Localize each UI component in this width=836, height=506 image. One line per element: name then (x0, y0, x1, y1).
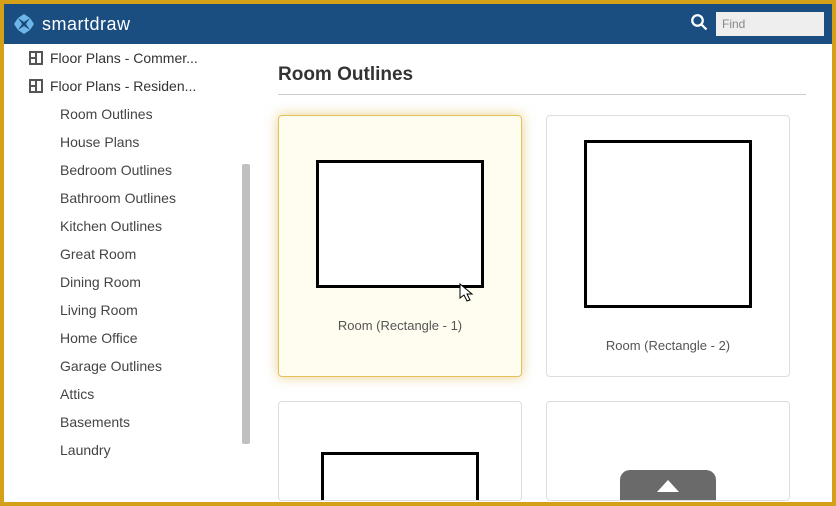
sidebar-item-garage-outlines[interactable]: Garage Outlines (4, 352, 252, 380)
shape-preview (316, 160, 484, 288)
sidebar-item-laundry[interactable]: Laundry (4, 436, 252, 464)
sidebar: Floor Plans - Commer... Floor Plans - Re… (4, 44, 252, 502)
template-card-rect-2[interactable]: Room (Rectangle - 2) (546, 115, 790, 377)
sidebar-item-basements[interactable]: Basements (4, 408, 252, 436)
logo-area[interactable]: smartdraw (12, 12, 131, 36)
search-input[interactable] (716, 12, 824, 36)
scroll-top-icon (620, 470, 716, 500)
floorplan-icon (28, 50, 44, 66)
shape-preview (321, 452, 479, 500)
sidebar-category-residential[interactable]: Floor Plans - Residen... (4, 72, 252, 100)
scrollbar-thumb[interactable] (242, 164, 250, 444)
smartdraw-logo-icon (12, 12, 36, 36)
sidebar-item-bedroom-outlines[interactable]: Bedroom Outlines (4, 156, 252, 184)
template-card-rect-1[interactable]: Room (Rectangle - 1) (278, 115, 522, 377)
sidebar-item-home-office[interactable]: Home Office (4, 324, 252, 352)
shape-preview (584, 140, 752, 308)
card-label: Room (Rectangle - 1) (338, 318, 462, 333)
search-icon[interactable] (690, 13, 708, 36)
template-cards: Room (Rectangle - 1) Room (Rectangle - 2… (278, 115, 806, 501)
sidebar-item-dining-room[interactable]: Dining Room (4, 268, 252, 296)
category-label: Floor Plans - Residen... (50, 78, 196, 94)
template-card-up[interactable] (546, 401, 790, 501)
card-label: Room (Rectangle - 2) (606, 338, 730, 353)
floorplan-icon (28, 78, 44, 94)
header-bar: smartdraw (4, 4, 832, 44)
sidebar-category-commercial[interactable]: Floor Plans - Commer... (4, 44, 252, 72)
sidebar-item-living-room[interactable]: Living Room (4, 296, 252, 324)
sidebar-item-room-outlines[interactable]: Room Outlines (4, 100, 252, 128)
sidebar-item-bathroom-outlines[interactable]: Bathroom Outlines (4, 184, 252, 212)
template-card-partial[interactable] (278, 401, 522, 501)
sidebar-item-great-room[interactable]: Great Room (4, 240, 252, 268)
category-label: Floor Plans - Commer... (50, 50, 198, 66)
main-area: Floor Plans - Commer... Floor Plans - Re… (4, 44, 832, 502)
sidebar-item-house-plans[interactable]: House Plans (4, 128, 252, 156)
page-title: Room Outlines (278, 64, 806, 95)
content-area: Room Outlines Room (Rectangle - 1) Room … (252, 44, 832, 502)
brand-text: smartdraw (42, 14, 131, 35)
sidebar-item-attics[interactable]: Attics (4, 380, 252, 408)
sidebar-item-kitchen-outlines[interactable]: Kitchen Outlines (4, 212, 252, 240)
search-area (690, 12, 824, 36)
